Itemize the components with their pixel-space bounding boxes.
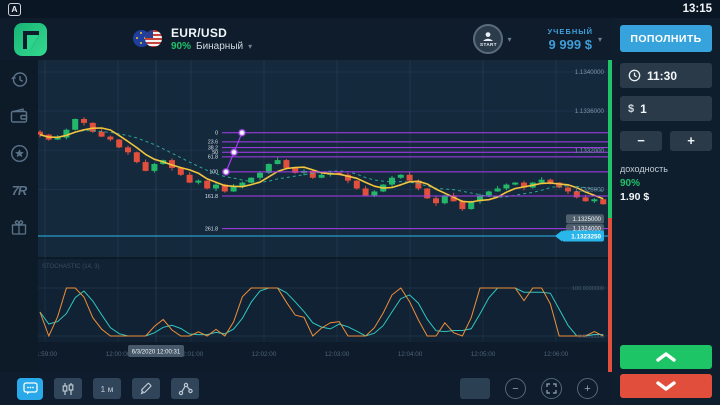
svg-text:1.1336000: 1.1336000 (575, 108, 605, 115)
svg-text:STOCHASTIC (14, 3): STOCHASTIC (14, 3) (42, 264, 100, 270)
price-chart[interactable]: 023.638.25061.8100161.8261.81.13400001.1… (38, 60, 612, 372)
amount-value: 1 (640, 102, 647, 116)
chat-bubble-icon (23, 382, 38, 395)
currency-symbol: $ (628, 103, 634, 115)
svg-text:0: 0 (215, 130, 218, 136)
drawing-tools-button[interactable] (132, 378, 160, 399)
profit-label: доходность (620, 164, 712, 174)
plus-icon: + (584, 383, 590, 395)
chart-settings-button[interactable] (460, 378, 490, 399)
svg-text:1.1328000: 1.1328000 (575, 186, 605, 193)
app-header: EUR/USD 90% Бинарный ▾ (0, 18, 612, 60)
profit-percent: 90% (620, 178, 712, 189)
indicators-icon (178, 382, 193, 396)
seven-r-label: 7R (12, 183, 27, 198)
edge-down-bar (608, 218, 612, 372)
app-logo[interactable] (14, 23, 47, 56)
instrument-type: Бинарный (196, 41, 243, 52)
timeframe-label: 1 м (101, 384, 114, 394)
svg-text:12:03:00: 12:03:00 (325, 351, 350, 358)
minus-icon: − (512, 383, 518, 395)
chart-toolbar: 1 м − (0, 372, 612, 405)
pair-name: EUR/USD (171, 26, 252, 40)
profit-value: 1.90 $ (620, 191, 712, 203)
svg-text:12:04:00: 12:04:00 (398, 351, 423, 358)
person-icon (482, 32, 494, 41)
pencil-icon (139, 382, 153, 396)
put-down-button[interactable] (620, 374, 712, 398)
svg-text:1.1332000: 1.1332000 (575, 147, 605, 154)
svg-text:261.8: 261.8 (205, 226, 218, 232)
svg-text:61.8: 61.8 (208, 155, 218, 161)
zoom-out-button[interactable]: − (505, 378, 526, 399)
chevron-down-icon: ▾ (598, 35, 602, 44)
svg-text:1.1325000: 1.1325000 (573, 217, 602, 223)
start-avatar: START (473, 24, 503, 54)
payout-percent: 90% (171, 41, 191, 52)
edge-up-bar (608, 60, 612, 218)
svg-text:11:59:00: 11:59:00 (38, 351, 58, 358)
svg-text:12:05:00: 12:05:00 (471, 351, 496, 358)
chat-button[interactable] (17, 378, 43, 400)
svg-text:12:00:00: 12:00:00 (106, 351, 131, 358)
chevron-down-icon: ▾ (248, 42, 252, 51)
account-type: УЧЕБНЫЙ (548, 27, 593, 36)
account-selector[interactable]: УЧЕБНЫЙ 9 999 $ ▾ (548, 27, 603, 52)
svg-text:0.0000000: 0.0000000 (578, 334, 604, 340)
svg-text:1.1340000: 1.1340000 (575, 69, 605, 76)
indicators-button[interactable] (171, 378, 199, 399)
svg-text:1.1323250: 1.1323250 (571, 233, 601, 240)
left-sidebar: 7R (0, 60, 38, 372)
svg-text:161.8: 161.8 (205, 194, 218, 200)
trading-app: A 13:15 EUR/USD (0, 0, 720, 405)
account-balance: 9 999 $ (549, 37, 592, 52)
svg-text:12:06:00: 12:06:00 (544, 351, 569, 358)
chevron-down-icon (655, 380, 677, 392)
system-clock: 13:15 (683, 3, 712, 15)
start-label: START (480, 42, 497, 47)
svg-text:12:02:00: 12:02:00 (252, 351, 277, 358)
asset-selector[interactable]: EUR/USD 90% Бинарный ▾ (133, 26, 252, 52)
gift-icon[interactable] (8, 216, 30, 238)
overlay-a-badge: A (8, 3, 21, 16)
achievements-star-icon[interactable] (8, 142, 30, 164)
amount-decrease-button[interactable]: − (620, 131, 662, 151)
logo-glyph-icon (14, 23, 47, 56)
chevron-down-icon: ▾ (507, 35, 511, 44)
expiry-time-field[interactable]: 11:30 (620, 63, 712, 88)
pair-flags-icon (133, 30, 163, 48)
start-status-menu[interactable]: START ▾ (473, 24, 511, 54)
svg-text:100.0000000: 100.0000000 (572, 286, 604, 292)
call-up-button[interactable] (620, 345, 712, 369)
indicator-pane-bg (38, 258, 612, 342)
clock-icon (628, 69, 641, 82)
autoscale-button[interactable] (541, 378, 562, 399)
status-bar: A 13:15 (0, 0, 720, 18)
amount-field[interactable]: $ 1 (620, 96, 712, 121)
zoom-in-button[interactable]: + (577, 378, 598, 399)
chart-type-button[interactable] (54, 378, 82, 399)
wallet-icon[interactable] (8, 105, 30, 127)
expand-icon (546, 383, 557, 394)
deposit-button[interactable]: ПОПОЛНИТЬ (620, 25, 712, 52)
expiry-time-value: 11:30 (647, 69, 677, 83)
history-icon[interactable] (8, 68, 30, 90)
svg-text:100: 100 (209, 170, 218, 176)
amount-increase-button[interactable]: + (670, 131, 712, 151)
trade-panel: ПОПОЛНИТЬ 11:30 $ 1 − + доходность 90% 1… (612, 18, 720, 405)
candlestick-icon (61, 382, 75, 396)
chevron-up-icon (655, 351, 677, 363)
seven-r-icon[interactable]: 7R (8, 179, 30, 201)
timeframe-button[interactable]: 1 м (93, 378, 121, 399)
svg-text:6/3/2020 12:00:31: 6/3/2020 12:00:31 (132, 349, 181, 355)
